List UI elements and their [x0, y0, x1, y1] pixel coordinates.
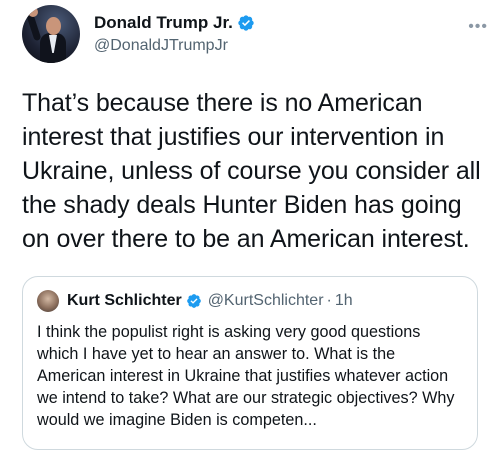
quoted-tweet-text: I think the populist right is asking ver… [37, 323, 455, 429]
quoted-author-avatar [37, 290, 59, 312]
author-avatar[interactable] [22, 5, 80, 63]
quoted-separator: · [326, 292, 332, 309]
quoted-author-handle: @KurtSchlichter [207, 292, 324, 309]
author-names: Donald Trump Jr. @DonaldJTrumpJr [94, 13, 255, 55]
verified-badge-icon [238, 15, 254, 31]
quoted-timestamp[interactable]: 1h [335, 292, 353, 310]
more-horizontal-icon[interactable]: ••• [468, 18, 488, 36]
author-display-name[interactable]: Donald Trump Jr. [94, 13, 233, 33]
display-name-row: Donald Trump Jr. [94, 13, 255, 33]
avatar-figure-head [46, 17, 61, 35]
author-handle[interactable]: @DonaldJTrumpJr [94, 37, 255, 55]
tweet-header: Donald Trump Jr. @DonaldJTrumpJr [22, 4, 482, 64]
quoted-tweet[interactable]: Kurt Schlichter @KurtSchlichter · 1h I t… [22, 276, 478, 450]
tweet-text: That’s because there is no American inte… [22, 89, 481, 253]
tweet-card: Donald Trump Jr. @DonaldJTrumpJr ••• Tha… [0, 0, 500, 460]
avatar-figure-hand [28, 7, 38, 17]
quoted-author-display-name: Kurt Schlichter [67, 292, 182, 309]
quoted-verified-badge-icon [186, 294, 201, 308]
quoted-tweet-header: Kurt Schlichter @KurtSchlichter · 1h [37, 289, 463, 313]
